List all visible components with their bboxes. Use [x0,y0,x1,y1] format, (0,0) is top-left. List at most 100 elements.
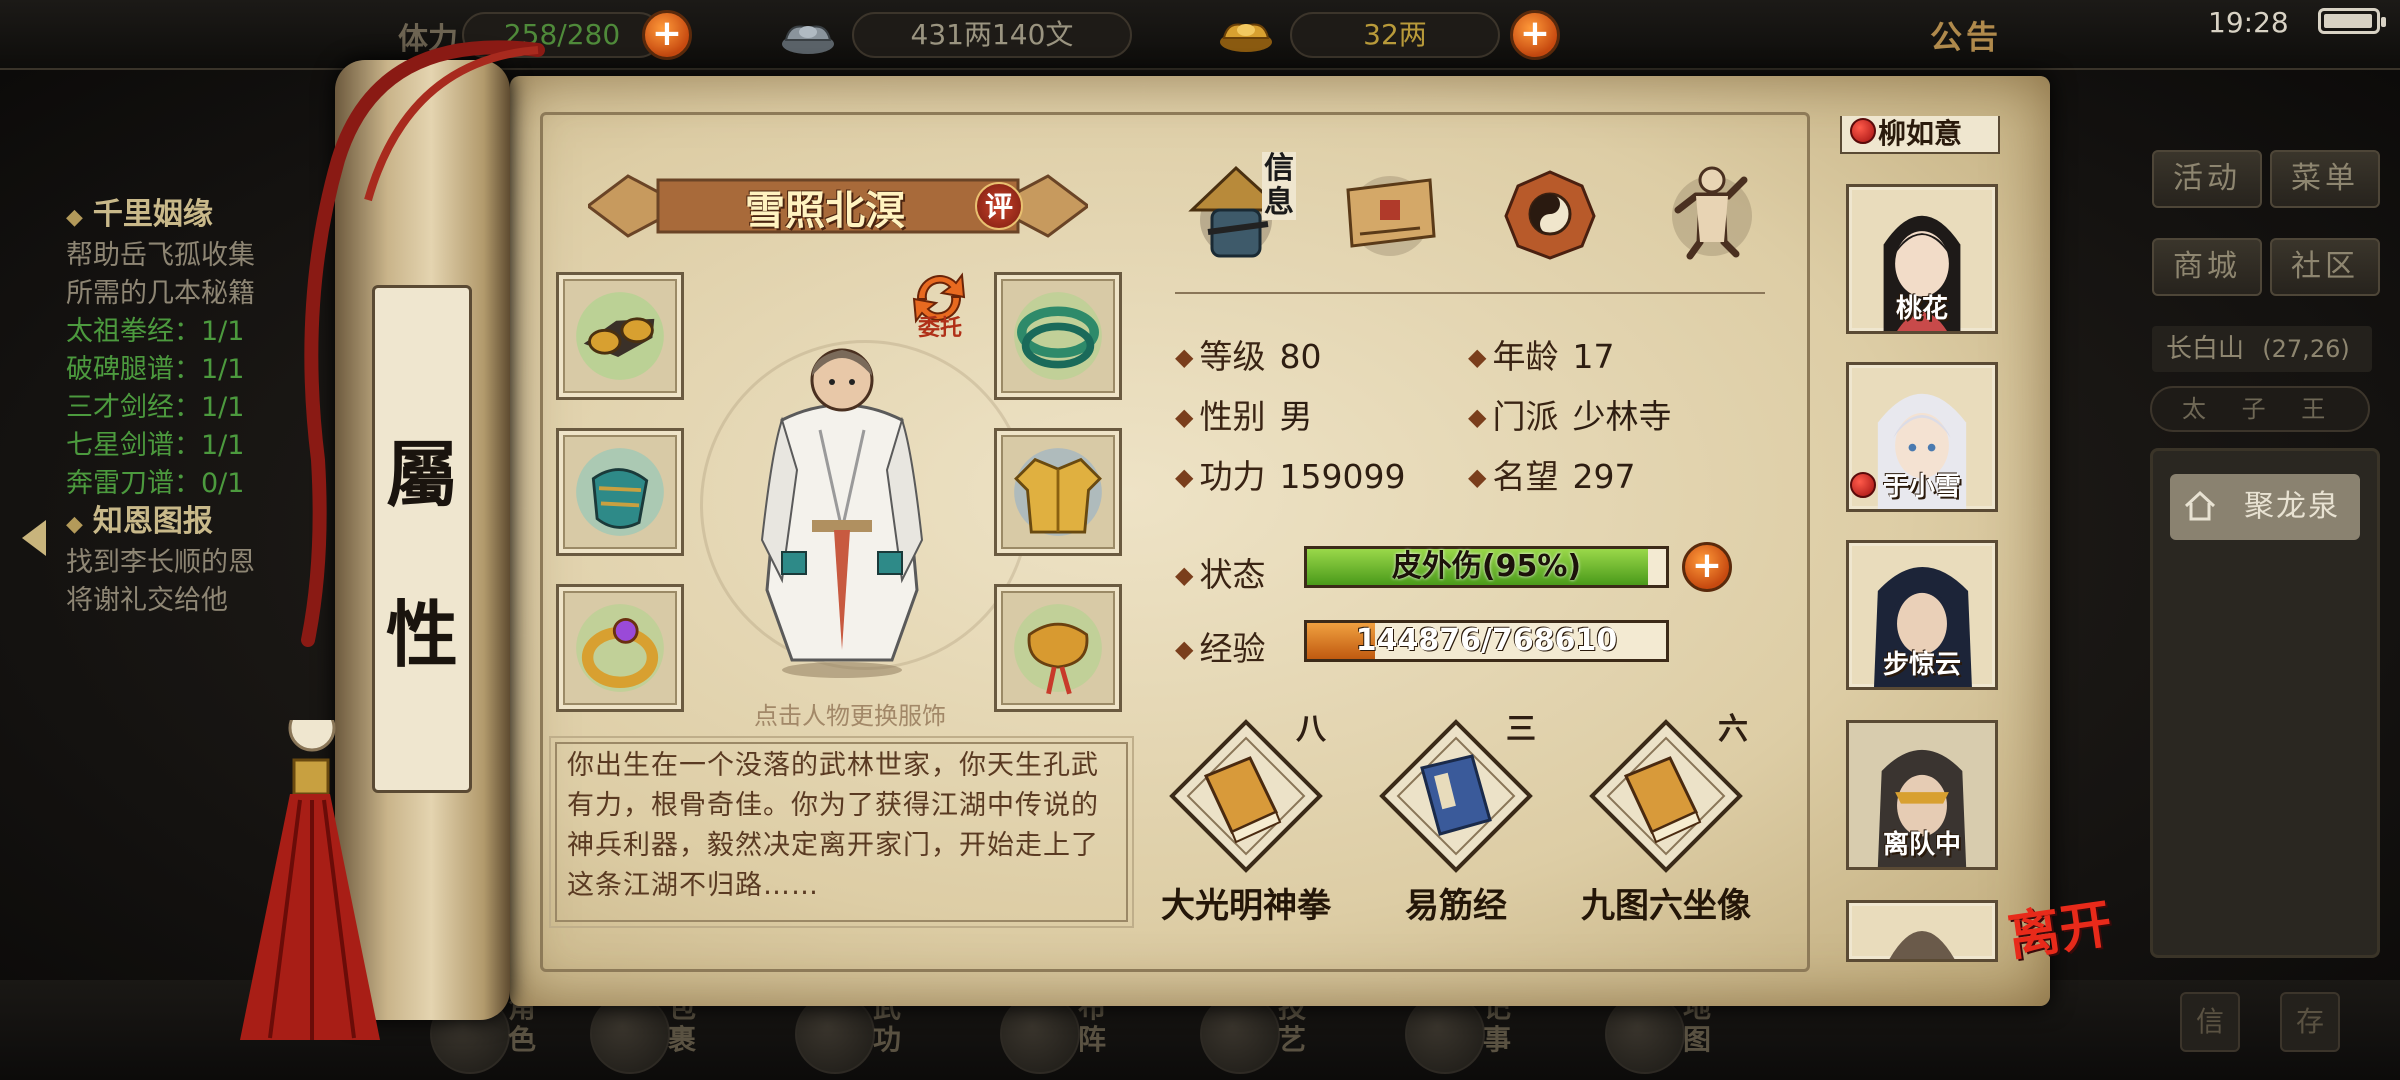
male-portrait [1889,931,1955,959]
bagua-icon [1504,170,1596,260]
equip-slot-armor[interactable] [994,428,1122,556]
character-name: 雪照北溟 [745,188,905,234]
add-stamina-button[interactable]: + [642,10,692,60]
party-member-portrait[interactable]: 步惊云 [1846,540,1998,690]
equip-slot-bracer[interactable] [556,428,684,556]
silver-ingot-icon [782,25,834,54]
shop-button[interactable]: 商城 [2152,238,2262,296]
stat-gender: 性别男 [1175,390,1312,438]
map-icon [1605,994,1685,1074]
compass-bar: 太 子 王 [2150,386,2370,432]
battery-icon [2318,8,2386,34]
tab-documents[interactable] [1330,150,1450,270]
party-member-name: 离队中 [1882,830,1961,860]
stat-exp: 经验 [1175,622,1265,670]
stat-value: 17 [1572,337,1615,376]
character-avatar[interactable] [742,330,942,680]
change-outfit-hint: 点击人物更换服饰 [754,702,946,730]
belt-icon [1014,604,1102,695]
gold-counter: 32两 [1290,12,1500,58]
skill-slot-3[interactable] [1586,716,1746,876]
skill-name: 易筋经 [1405,886,1507,926]
add-gold-button[interactable]: + [1510,10,1560,60]
scroll-map-icon [1346,176,1436,256]
stat-power: 功力 159099 [1175,450,1405,498]
manual-book-icon [1169,719,1323,873]
stat-sect: 门派少林寺 [1468,390,1671,438]
party-member-name: 桃花 [1895,294,1948,324]
collapse-arrow-icon[interactable] [22,520,46,556]
status-text: 皮外伤(95%) [1391,549,1582,584]
stat-label: 性别 [1175,397,1265,436]
journal-icon [1405,994,1485,1074]
book-stack-icon [795,994,875,1074]
alert-dot [1850,118,1876,144]
equip-slot-helmet[interactable] [556,272,684,400]
bracer-icon [576,448,664,536]
leave-button[interactable]: 离开 [2004,893,2115,968]
body-figure-icon [1672,166,1752,260]
exp-bar: 144876/768610 [1304,620,1669,662]
system-clock: 19:28 [2208,6,2289,39]
heal-button[interactable]: + [1682,542,1732,592]
exp-text: 144876/768610 [1355,623,1618,658]
stat-level: 等级 80 [1175,330,1321,378]
location-coords: (27,26) [2262,335,2350,363]
stat-value: 男 [1279,397,1313,436]
robe-icon [1014,448,1102,536]
equip-slot-ring[interactable] [556,584,684,712]
stat-label: 门派 [1468,397,1558,436]
goggles-icon [576,292,664,380]
stat-label: 功力 [1175,457,1265,496]
manual-book-icon [1589,719,1743,873]
mail-button[interactable]: 信 [2180,992,2240,1052]
party-member-portrait[interactable] [1846,900,1998,962]
stat-value: 80 [1279,337,1322,376]
skill-name: 九图六坐像 [1581,886,1751,926]
gold-ingot-icon [1220,23,1272,52]
ring-icon [576,604,664,692]
location-name: 长白山 [2166,334,2245,364]
tab-bagua[interactable] [1490,150,1610,270]
skill-slot-2[interactable] [1376,716,1536,876]
party-member-portrait[interactable]: 离队中 [1846,720,1998,870]
stat-label: 年龄 [1468,337,1558,376]
stat-status: 状态 [1175,548,1265,596]
equip-slot-belt[interactable] [994,584,1122,712]
status-bar: 皮外伤(95%) [1304,546,1669,588]
stat-value: 159099 [1279,457,1406,496]
money-counter: 431两140文 [852,12,1132,58]
save-button[interactable]: 存 [2280,992,2340,1052]
stat-age: 年龄 17 [1468,330,1614,378]
party-member-portrait[interactable]: 桃花 [1846,184,1998,334]
tab-meridian[interactable] [1652,150,1772,270]
stat-label: 经验 [1175,629,1265,668]
rate-button[interactable]: 评 [975,182,1023,230]
skill-name: 大光明神拳 [1161,886,1331,926]
tab-info-label[interactable]: 信息 [1262,152,1296,220]
notice-button[interactable]: 公告 [1930,12,2002,58]
party-member-name: 步惊云 [1882,650,1961,680]
tassel-icon [240,720,380,1040]
bag-icon [590,994,670,1074]
stat-label: 等级 [1175,337,1265,376]
stat-value: 少林寺 [1572,397,1672,436]
community-button[interactable]: 社区 [2270,238,2380,296]
stat-label: 名望 [1468,457,1558,496]
character-bio: 你出生在一个没落的武林世家，你天生孔武有力，根骨奇佳。你为了获得江湖中传说的神兵… [549,736,1134,928]
stats-divider [1175,292,1765,294]
craft-icon [1200,994,1280,1074]
tassel-cord [301,40,545,647]
necklace-icon [1014,292,1102,380]
activity-button[interactable]: 活动 [2152,150,2262,208]
location-display: 长白山 (27,26) [2152,326,2372,372]
stat-fame: 名望 297 [1468,450,1635,498]
sutra-book-icon [1379,719,1533,873]
menu-button[interactable]: 菜单 [2270,150,2380,208]
stat-label: 状态 [1175,555,1265,594]
alert-dot [1850,472,1876,498]
skill-slot-1[interactable] [1166,716,1326,876]
stat-value: 297 [1572,457,1636,496]
bagua-icon [1000,994,1080,1074]
equip-slot-necklace[interactable] [994,272,1122,400]
